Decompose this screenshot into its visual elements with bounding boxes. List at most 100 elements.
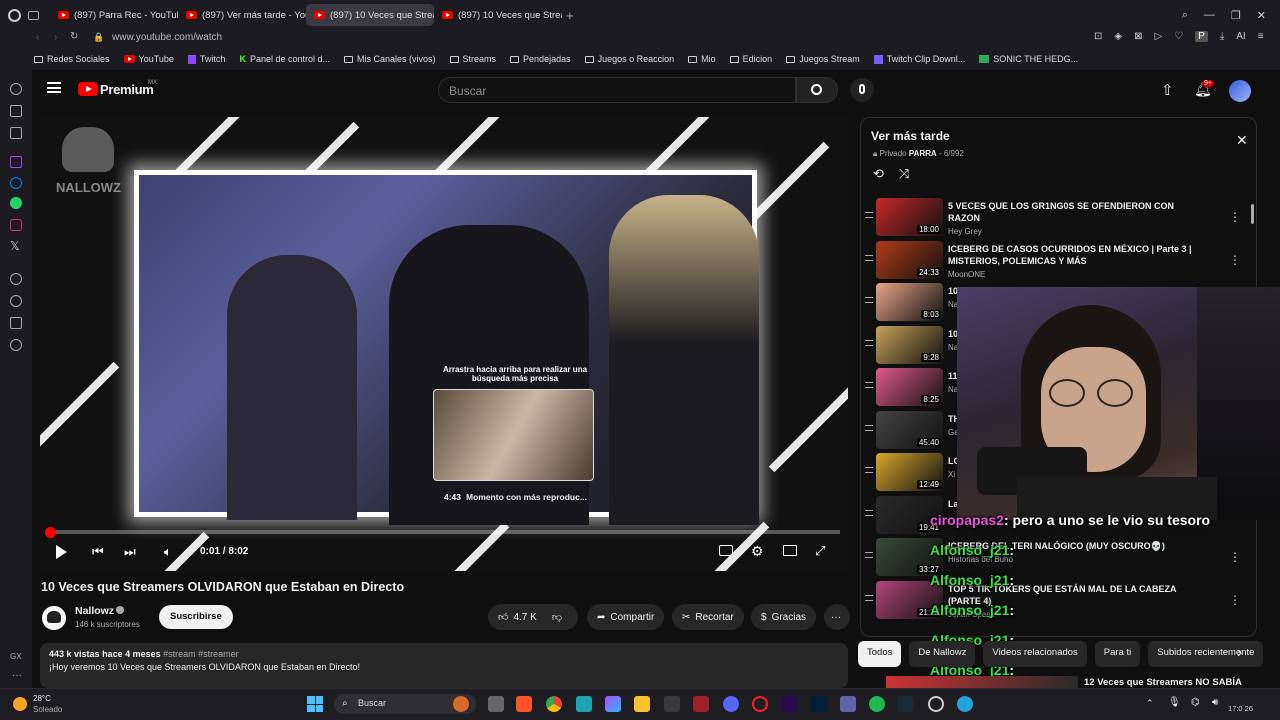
channel-avatar[interactable]: [42, 606, 66, 630]
clock[interactable]: 17:0 26: [1228, 704, 1253, 713]
weather-sun-icon[interactable]: [13, 697, 27, 711]
playlist-item-title[interactable]: ICEBERG DE CASOS OCURRIDOS EN MÉXICO | P…: [948, 243, 1208, 267]
more-actions-button[interactable]: ···: [824, 604, 850, 630]
drag-handle-icon[interactable]: [865, 297, 873, 303]
teams-icon[interactable]: [840, 696, 856, 712]
premiere-icon[interactable]: [781, 696, 797, 712]
store-icon[interactable]: [664, 696, 680, 712]
drag-handle-icon[interactable]: [865, 594, 873, 601]
miniplayer-icon[interactable]: [783, 545, 797, 556]
previous-icon[interactable]: ⏮: [92, 544, 104, 560]
like-icon[interactable]: 👍︎: [498, 611, 508, 623]
playlist-item-channel[interactable]: MoonONE: [948, 270, 985, 279]
bookmark-link[interactable]: YouTube: [123, 54, 174, 64]
tab-ver-mas-tarde[interactable]: (897) Ver más tarde - You: [178, 4, 306, 26]
chat-username[interactable]: Alfonso_j21: [930, 542, 1009, 558]
upload-icon[interactable]: ⇧: [1161, 81, 1174, 99]
video-thumbnail[interactable]: 9:28: [876, 325, 943, 364]
fullscreen-icon[interactable]: ⤢: [815, 543, 825, 559]
url-field[interactable]: www.youtube.com/watch: [112, 32, 222, 43]
like-count[interactable]: 4.7 K: [513, 612, 536, 623]
drag-handle-icon[interactable]: [865, 339, 873, 346]
reload-icon[interactable]: ↻: [70, 31, 78, 42]
more-options-icon[interactable]: ⋮: [1229, 210, 1241, 224]
share-button[interactable]: ➦ Compartir: [587, 604, 665, 630]
video-thumbnail[interactable]: 8:03: [876, 283, 943, 321]
brave-icon[interactable]: [516, 696, 532, 712]
copilot-icon[interactable]: [605, 696, 621, 712]
bookmark-link[interactable]: SONIC THE HEDG...: [979, 54, 1078, 64]
forward-icon[interactable]: ›: [54, 32, 57, 43]
search-button[interactable]: [796, 77, 838, 103]
drag-handle-icon[interactable]: [865, 212, 873, 218]
playlist-item-title[interactable]: 5 VECES QUE LOS GR1NG0S SE OFENDIERON CO…: [948, 200, 1208, 224]
wallet-icon[interactable]: ◈: [1114, 31, 1122, 42]
drag-handle-icon[interactable]: [865, 254, 873, 261]
sidebar-messenger-icon[interactable]: [10, 177, 22, 189]
network-icon[interactable]: ⌬: [1191, 697, 1200, 708]
sidebar-x-icon[interactable]: 𝕏: [10, 239, 20, 253]
more-options-icon[interactable]: ⋮: [1229, 253, 1241, 267]
playlist-item[interactable]: 33:27 ICEBERG DEL TERI NALÓGICO (MUY OSCU…: [861, 538, 1256, 580]
sidebar-twitch-icon[interactable]: [10, 156, 22, 168]
obs-icon[interactable]: [928, 696, 944, 712]
description-box[interactable]: 443 k vistas hace 4 meses #stream #strea…: [40, 643, 848, 688]
close-window-button[interactable]: ✕: [1257, 9, 1266, 22]
dislike-icon[interactable]: 👎︎: [552, 611, 562, 623]
youtube-premium-logo[interactable]: Premium: [100, 82, 154, 97]
app-globe-icon[interactable]: [957, 696, 973, 712]
chip-from-channel[interactable]: De Nallowz: [909, 641, 976, 667]
opera-logo-icon[interactable]: [0, 0, 28, 30]
thanks-button[interactable]: $ Gracias: [751, 604, 817, 630]
playlist-scrollbar[interactable]: [1251, 204, 1254, 224]
more-options-icon[interactable]: ⋮: [1229, 550, 1241, 564]
shuffle-icon[interactable]: ⤨: [899, 166, 909, 182]
temperature[interactable]: 28°C: [33, 694, 51, 703]
youtube-logo-icon[interactable]: [78, 82, 98, 96]
bookmark-folder[interactable]: Juegos Stream: [786, 54, 860, 64]
bookmark-link[interactable]: Twitch Clip Downl...: [873, 54, 965, 64]
play-button-icon[interactable]: [56, 545, 67, 559]
playlist-owner[interactable]: PARRA: [909, 149, 937, 158]
menu-icon[interactable]: ≡: [1258, 31, 1264, 42]
volume-icon[interactable]: 🔈︎: [164, 544, 172, 560]
download-icon[interactable]: ⤓: [1220, 31, 1224, 42]
hamburger-menu-icon[interactable]: [47, 82, 61, 93]
chip-all[interactable]: Todos: [858, 641, 902, 667]
video-thumbnail[interactable]: 45:40: [876, 410, 943, 449]
subtitles-icon[interactable]: [719, 545, 733, 556]
sidebar-aria-icon[interactable]: [10, 127, 22, 139]
loop-icon[interactable]: ⟲: [873, 166, 884, 182]
task-view-icon[interactable]: [488, 696, 504, 712]
tab-current-video[interactable]: (897) 10 Veces que Strean: [306, 4, 434, 26]
file-explorer-icon[interactable]: [634, 696, 650, 712]
drag-handle-icon[interactable]: [865, 552, 873, 558]
tab-parra-rec[interactable]: (897) Parra Rec - YouTube: [50, 4, 178, 26]
speaker-icon[interactable]: 🔊︎: [1212, 697, 1218, 708]
sidebar-more-icon[interactable]: ···: [12, 670, 22, 681]
channel-name[interactable]: Nallowz: [75, 605, 114, 617]
chip-for-you[interactable]: Para ti: [1094, 641, 1141, 667]
sidebar-home-icon[interactable]: [10, 83, 22, 95]
bookmark-folder[interactable]: Juegos o Reaccion: [584, 54, 674, 64]
playlist-item-channel[interactable]: Xi: [948, 470, 955, 479]
next-video-thumbnail[interactable]: [886, 676, 1078, 688]
chip-related[interactable]: Videos relacionados: [983, 641, 1087, 667]
chat-username[interactable]: ciropapas2: [930, 512, 1004, 528]
sidebar-whatsapp-icon[interactable]: [10, 197, 22, 209]
snapshot-icon[interactable]: ⊡: [1094, 31, 1102, 42]
close-icon[interactable]: ✕: [1236, 132, 1248, 149]
chrome-icon[interactable]: [546, 696, 562, 712]
chip-recent[interactable]: Subidos recientemente: [1148, 641, 1264, 667]
bookmark-folder[interactable]: Mio: [688, 54, 716, 64]
bookmark-folder[interactable]: Pendejadas: [510, 54, 571, 64]
playlist-item[interactable]: 24:33 ICEBERG DE CASOS OCURRIDOS EN MÉXIC…: [861, 240, 1256, 283]
clip-button[interactable]: ✂ Recortar: [672, 604, 744, 630]
playlist-item[interactable]: 18:00 5 VECES QUE LOS GR1NG0S SE OFENDIER…: [861, 198, 1256, 240]
sidebar-player-icon[interactable]: [10, 273, 22, 285]
tab-manager-icon[interactable]: [28, 0, 50, 30]
sidebar-settings-icon[interactable]: [10, 339, 22, 351]
profile-badge[interactable]: P: [1195, 31, 1208, 42]
video-thumbnail[interactable]: 12:49: [876, 453, 943, 491]
back-icon[interactable]: ‹: [36, 32, 39, 43]
